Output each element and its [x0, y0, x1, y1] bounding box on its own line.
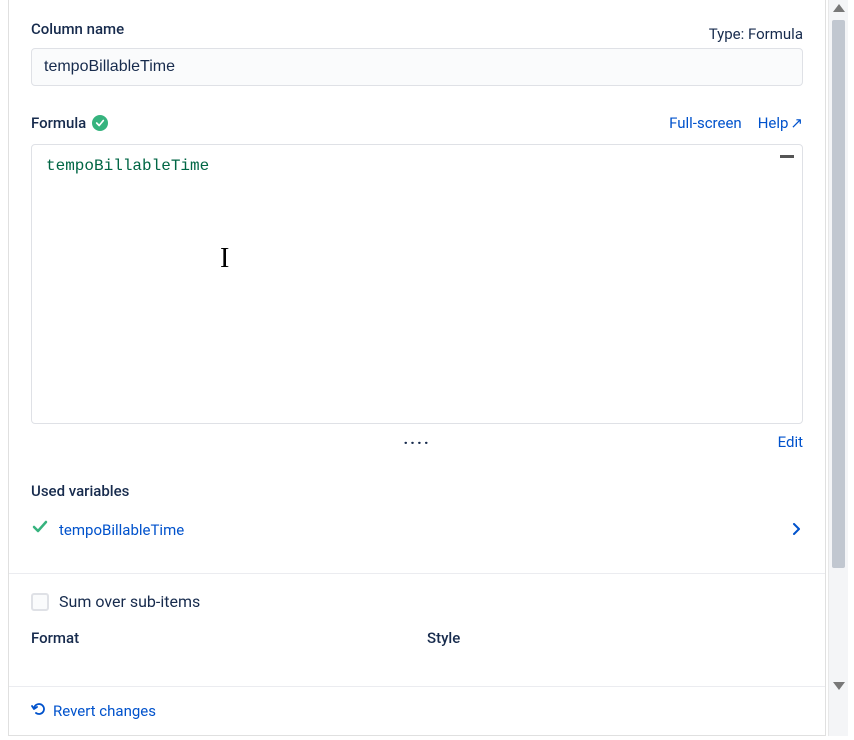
variable-name: tempoBillableTime [59, 521, 184, 539]
scroll-up-icon[interactable] [833, 4, 845, 12]
fullscreen-link[interactable]: Full-screen [669, 114, 742, 132]
style-label: Style [427, 629, 803, 647]
help-link-label: Help [758, 114, 789, 132]
column-name-row: Column name Type: Formula [31, 20, 803, 48]
section-divider [9, 573, 825, 574]
revert-icon [31, 701, 47, 721]
vertical-scrollbar[interactable] [828, 0, 848, 736]
variable-valid-icon [31, 518, 49, 541]
column-editor-panel: Column name Type: Formula Formula Full-s… [8, 0, 826, 736]
formula-editor[interactable]: tempoBillableTime I [31, 144, 803, 424]
formula-content: tempoBillableTime [46, 157, 209, 175]
formula-valid-icon [92, 115, 108, 131]
external-link-icon: ↗ [790, 114, 803, 132]
column-name-input[interactable] [31, 48, 803, 86]
formula-label-group: Formula [31, 114, 108, 132]
formula-header-actions: Full-screen Help ↗ [669, 114, 803, 132]
format-label: Format [31, 629, 407, 647]
column-name-label: Column name [31, 20, 124, 38]
revert-changes-button[interactable]: Revert changes [31, 701, 156, 721]
variable-row-left: tempoBillableTime [31, 518, 184, 541]
help-link[interactable]: Help ↗ [758, 114, 803, 132]
variable-row[interactable]: tempoBillableTime [31, 514, 803, 545]
sum-checkbox-label: Sum over sub-items [59, 592, 200, 611]
resize-handle-icon[interactable]: ···· [403, 433, 430, 452]
formula-editor-footer: ···· Edit [31, 432, 803, 452]
column-type-label: Type: Formula [709, 25, 803, 43]
format-style-row: Format Style [31, 629, 803, 647]
revert-label: Revert changes [53, 702, 156, 720]
editor-scroll-indicator [780, 155, 794, 158]
text-cursor-icon: I [220, 243, 229, 275]
used-variables-label: Used variables [31, 482, 803, 500]
sum-checkbox[interactable] [31, 593, 49, 611]
scroll-down-icon[interactable] [833, 682, 845, 690]
formula-label: Formula [31, 114, 86, 132]
formula-header: Formula Full-screen Help ↗ [31, 114, 803, 132]
sum-checkbox-row: Sum over sub-items [31, 592, 803, 611]
edit-formula-link[interactable]: Edit [778, 433, 803, 451]
panel-scroll-area: Column name Type: Formula Formula Full-s… [9, 0, 825, 686]
chevron-right-icon [791, 519, 803, 540]
panel-footer: Revert changes [9, 686, 825, 735]
scroll-thumb[interactable] [832, 20, 845, 568]
